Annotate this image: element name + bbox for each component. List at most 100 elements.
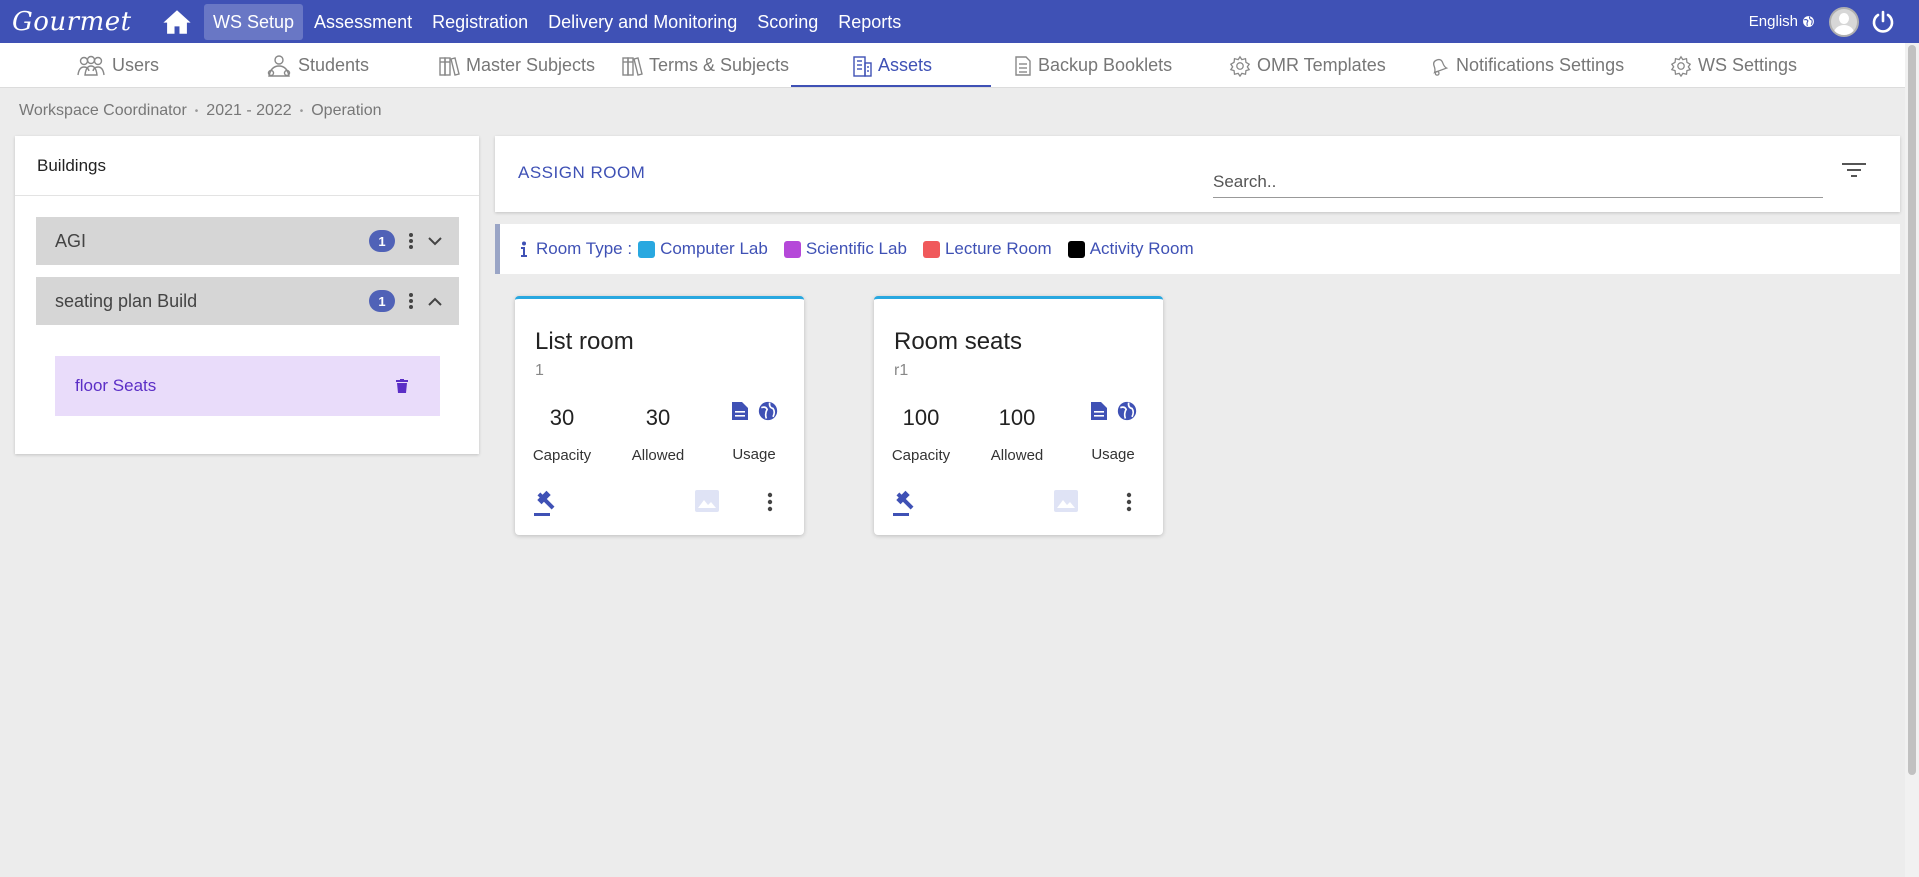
search-input[interactable] [1213, 158, 1823, 198]
gear-icon [1229, 55, 1251, 77]
floor-item[interactable]: floor Seats [55, 356, 440, 416]
floor-name: floor Seats [75, 376, 157, 395]
nav-scoring[interactable]: Scoring [748, 4, 827, 40]
room-code: r1 [894, 362, 909, 379]
legend-swatch [638, 240, 656, 258]
tab-assets[interactable]: Assets [852, 43, 932, 88]
bell-icon [1433, 58, 1449, 76]
usage-label: Usage [1091, 446, 1135, 463]
building-name: seating plan Build [55, 290, 198, 311]
document-icon[interactable] [1090, 401, 1108, 421]
nav-delivery-monitoring[interactable]: Delivery and Monitoring [539, 4, 746, 40]
users-icon [77, 55, 105, 76]
sub-tabs: Users Students Master Subjects Terms & S… [0, 43, 1905, 88]
room-card[interactable]: Room seats r1 100 100 Capacity Allowed U… [874, 296, 1163, 535]
legend-item-label: Scientific Lab [805, 239, 907, 258]
filter-icon[interactable] [1842, 160, 1866, 180]
legend-swatch [1067, 240, 1085, 258]
breadcrumb-separator: • [194, 105, 199, 117]
tab-ws-settings[interactable]: WS Settings [1670, 43, 1797, 88]
tab-master-subjects[interactable]: Master Subjects [438, 43, 595, 88]
document-icon [1015, 55, 1031, 76]
tab-students[interactable]: Students [266, 43, 369, 88]
nav-registration[interactable]: Registration [423, 4, 537, 40]
legend-label: Room Type : [536, 239, 633, 258]
building-row-seating-plan[interactable]: seating plan Build 1 [36, 277, 459, 325]
room-name: Room seats [894, 328, 1023, 355]
power-icon[interactable] [1871, 10, 1895, 34]
app-logo[interactable]: Gourmet [12, 7, 152, 37]
breadcrumb-item[interactable]: Workspace Coordinator [19, 102, 187, 120]
buildings-panel: Buildings AGI 1 seating plan Build 1 flo… [15, 136, 479, 454]
tab-notifications-settings-label: Notifications Settings [1456, 55, 1625, 75]
language-selector[interactable]: English [1749, 13, 1815, 30]
chevron-down-icon[interactable] [425, 230, 445, 252]
delete-icon[interactable] [396, 379, 408, 393]
chevron-up-icon[interactable] [425, 290, 445, 312]
globe-icon[interactable] [1117, 401, 1137, 421]
nav-ws-setup[interactable]: WS Setup [204, 3, 304, 40]
allowed-value: 100 [998, 405, 1036, 430]
globe-icon[interactable] [758, 401, 778, 421]
buildings-title: Buildings [15, 136, 479, 196]
legend-item-label: Lecture Room [944, 239, 1052, 258]
page-scrollbar[interactable] [1905, 43, 1919, 877]
tab-omr-templates[interactable]: OMR Templates [1229, 43, 1386, 88]
more-vert-icon[interactable] [1126, 492, 1132, 512]
legend-swatch [783, 240, 801, 258]
capacity-label: Capacity [891, 447, 951, 464]
books-icon [439, 56, 460, 76]
allowed-label: Allowed [990, 447, 1044, 464]
tab-backup-booklets[interactable]: Backup Booklets [1014, 43, 1172, 88]
tab-users[interactable]: Users [76, 43, 159, 88]
nav-assessment[interactable]: Assessment [305, 4, 421, 40]
room-card[interactable]: List room 1 30 30 Capacity Allowed Usage [515, 296, 804, 535]
more-vert-icon[interactable] [767, 492, 773, 512]
tab-assets-label: Assets [878, 55, 933, 75]
legend-item-label: Computer Lab [660, 239, 768, 258]
breadcrumb-item[interactable]: 2021 - 2022 [206, 102, 291, 120]
building-name: AGI [55, 230, 87, 251]
language-label: English [1748, 13, 1798, 30]
info-icon [520, 241, 528, 257]
legend-swatch [922, 240, 940, 258]
room-code: 1 [535, 362, 544, 379]
allowed-value: 30 [645, 405, 671, 430]
assign-room-button[interactable]: ASSIGN ROOM [518, 163, 645, 183]
home-icon[interactable] [162, 9, 192, 35]
building-icon [853, 55, 872, 77]
image-icon[interactable] [695, 490, 719, 512]
capacity-label: Capacity [532, 447, 592, 464]
breadcrumb: Workspace Coordinator • 2021 - 2022 • Op… [19, 102, 381, 120]
gavel-icon[interactable] [892, 489, 920, 517]
more-vert-icon[interactable] [403, 290, 419, 312]
avatar[interactable] [1829, 6, 1859, 37]
legend-item-computer-lab: Computer Lab [632, 239, 768, 259]
tab-master-subjects-label: Master Subjects [466, 55, 596, 75]
tab-notifications-settings[interactable]: Notifications Settings [1428, 43, 1624, 88]
breadcrumb-item[interactable]: Operation [311, 102, 381, 120]
nav-reports[interactable]: Reports [829, 4, 910, 40]
capacity-value: 30 [549, 405, 575, 430]
top-navbar: Gourmet WS Setup Assessment Registration… [0, 0, 1919, 43]
tab-students-label: Students [298, 55, 370, 75]
legend-item-scientific-lab: Scientific Lab [778, 239, 907, 259]
tab-terms-subjects[interactable]: Terms & Subjects [621, 43, 789, 88]
assign-room-bar: ASSIGN ROOM [495, 136, 1900, 212]
tab-backup-booklets-label: Backup Booklets [1038, 55, 1173, 75]
students-icon [267, 54, 291, 77]
globe-icon [1803, 16, 1814, 27]
tab-users-label: Users [112, 55, 160, 75]
scrollbar-thumb[interactable] [1908, 45, 1916, 775]
document-icon[interactable] [731, 401, 749, 421]
building-row-agi[interactable]: AGI 1 [36, 217, 459, 265]
image-icon[interactable] [1054, 490, 1078, 512]
room-name: List room [535, 328, 634, 355]
more-vert-icon[interactable] [403, 230, 419, 252]
tab-omr-templates-label: OMR Templates [1257, 55, 1386, 75]
tab-ws-settings-label: WS Settings [1698, 55, 1798, 75]
allowed-label: Allowed [631, 447, 685, 464]
tab-terms-subjects-label: Terms & Subjects [649, 55, 790, 75]
top-right-controls: English [1749, 0, 1919, 43]
gavel-icon[interactable] [533, 489, 561, 517]
